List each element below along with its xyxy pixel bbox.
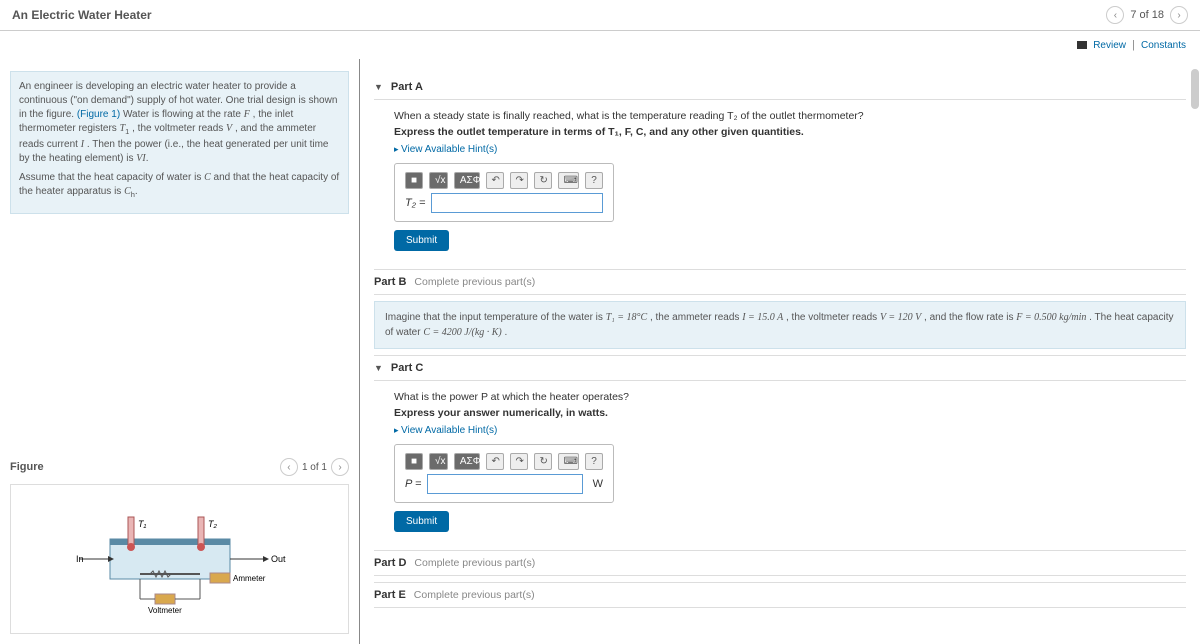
reset-button[interactable]: ↻ [534, 453, 552, 470]
part-c-header: ▼ Part C [374, 355, 1186, 381]
link-separator: | [1132, 39, 1135, 51]
left-column: An engineer is developing an electric wa… [0, 59, 360, 644]
figure-label: Figure [10, 461, 44, 473]
redo-button[interactable]: ↷ [510, 172, 528, 189]
figure-frame: In Out T₁ T₂ Ammeter Voltmeter [10, 484, 349, 634]
part-c-instruction: Express your answer numerically, in watt… [394, 407, 1186, 419]
template-button[interactable]: ■ [405, 172, 423, 189]
help-button[interactable]: ? [585, 453, 603, 470]
figure-next-button[interactable]: › [331, 458, 349, 476]
part-a-instruction: Express the outlet temperature in terms … [394, 126, 1186, 138]
fig-in-label: In [76, 554, 84, 564]
reset-button[interactable]: ↻ [534, 172, 552, 189]
part-c-question: What is the power P at which the heater … [394, 391, 1186, 403]
undo-button[interactable]: ↶ [486, 453, 504, 470]
undo-button[interactable]: ↶ [486, 172, 504, 189]
part-d-locked: Complete previous part(s) [414, 557, 535, 569]
part-b-header: Part B Complete previous part(s) [374, 269, 1186, 295]
intro-text-b: Water is flowing at the rate [123, 109, 244, 120]
part-d-title: Part D [374, 557, 406, 569]
part-b-title: Part B [374, 276, 406, 288]
part-c-answer-label: P = [405, 478, 421, 490]
heater-diagram: In Out T₁ T₂ Ammeter Voltmeter [70, 499, 290, 619]
figure-header: Figure ‹ 1 of 1 › [10, 454, 349, 480]
part-c-toggle[interactable]: ▼ [374, 363, 383, 373]
part-a-question: When a steady state is finally reached, … [394, 110, 1186, 122]
prev-button[interactable]: ‹ [1106, 6, 1124, 24]
fig-t1-label: T₁ [138, 519, 146, 529]
intro-text-d: , the voltmeter reads [132, 123, 226, 134]
part-a-submit-button[interactable]: Submit [394, 230, 449, 251]
part-a-toolbar: ■ √x ΑΣΦ ↶ ↷ ↻ ⌨ ? [405, 172, 603, 189]
top-links: Review | Constants [0, 31, 1200, 59]
keyboard-button[interactable]: ⌨ [558, 453, 579, 470]
intro-text: An engineer is developing an electric wa… [10, 71, 349, 214]
template-button[interactable]: ■ [405, 453, 423, 470]
part-e-title: Part E [374, 589, 406, 601]
part-a-header: ▼ Part A [374, 75, 1186, 100]
part-a-answer-input[interactable] [431, 193, 603, 213]
figure-prev-button[interactable]: ‹ [280, 458, 298, 476]
part-c-hint-link[interactable]: View Available Hint(s) [394, 425, 1186, 436]
constants-link[interactable]: Constants [1141, 40, 1186, 51]
page-nav: ‹ 7 of 18 › [1106, 6, 1188, 24]
part-e-locked: Complete previous part(s) [414, 589, 535, 601]
part-c-toolbar: ■ √x ΑΣΦ ↶ ↷ ↻ ⌨ ? [405, 453, 603, 470]
scrollbar-handle[interactable] [1191, 69, 1199, 109]
fig-ammeter-label: Ammeter [233, 574, 266, 583]
part-c-title: Part C [391, 362, 423, 374]
part-a-answer-label: T₂ = [405, 197, 425, 209]
fraction-button[interactable]: √x [429, 172, 448, 189]
part-b-info-banner: Imagine that the input temperature of th… [374, 301, 1186, 349]
part-a-hint-link[interactable]: View Available Hint(s) [394, 144, 1186, 155]
page-indicator: 7 of 18 [1130, 9, 1164, 21]
part-a-answer-box: ■ √x ΑΣΦ ↶ ↷ ↻ ⌨ ? T₂ = [394, 163, 614, 222]
figure-pager: ‹ 1 of 1 › [280, 458, 349, 476]
fig-voltmeter-label: Voltmeter [148, 606, 182, 615]
page-title: An Electric Water Heater [12, 8, 152, 22]
keyboard-button[interactable]: ⌨ [558, 172, 579, 189]
greek-button[interactable]: ΑΣΦ [454, 172, 480, 189]
part-d-header: Part D Complete previous part(s) [374, 550, 1186, 576]
redo-button[interactable]: ↷ [510, 453, 528, 470]
review-link[interactable]: Review [1093, 40, 1126, 51]
right-column: ▼ Part A When a steady state is finally … [360, 59, 1200, 644]
fig-out-label: Out [271, 554, 286, 564]
part-c-answer-box: ■ √x ΑΣΦ ↶ ↷ ↻ ⌨ ? P = W [394, 444, 614, 503]
fig-t2-label: T₂ [208, 519, 217, 529]
part-c-body: What is the power P at which the heater … [374, 381, 1186, 544]
part-a-title: Part A [391, 81, 423, 93]
part-c-answer-input[interactable] [427, 474, 582, 494]
part-a-body: When a steady state is finally reached, … [374, 100, 1186, 263]
help-button[interactable]: ? [585, 172, 603, 189]
next-button[interactable]: › [1170, 6, 1188, 24]
flag-icon[interactable] [1077, 41, 1087, 49]
part-c-unit: W [593, 478, 603, 490]
part-e-header: Part E Complete previous part(s) [374, 582, 1186, 608]
figure-link[interactable]: (Figure 1) [77, 109, 120, 120]
part-c-submit-button[interactable]: Submit [394, 511, 449, 532]
part-b-locked: Complete previous part(s) [414, 276, 535, 288]
figure-page-indicator: 1 of 1 [302, 462, 327, 473]
part-a-toggle[interactable]: ▼ [374, 82, 383, 92]
greek-button[interactable]: ΑΣΦ [454, 453, 480, 470]
intro-text-2a: Assume that the heat capacity of water i… [19, 172, 204, 183]
fraction-button[interactable]: √x [429, 453, 448, 470]
page-header: An Electric Water Heater ‹ 7 of 18 › [0, 0, 1200, 31]
